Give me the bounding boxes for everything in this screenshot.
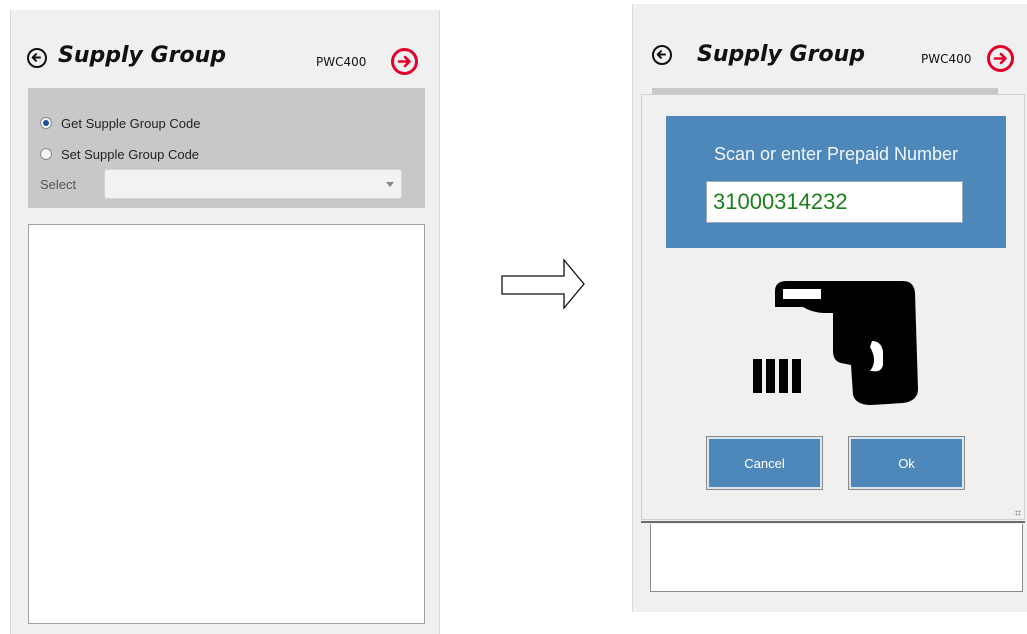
cancel-button[interactable]: Cancel <box>706 436 823 490</box>
forward-arrow-icon[interactable] <box>987 45 1014 72</box>
header: Supply Group PWC400 <box>11 10 439 90</box>
radio-label: Set Supple Group Code <box>61 146 200 162</box>
back-arrow-icon[interactable] <box>27 48 47 68</box>
radio-label: Get Supple Group Code <box>61 115 201 131</box>
page-title: Supply Group <box>697 42 865 67</box>
chevron-down-icon <box>386 182 394 187</box>
ok-button[interactable]: Ok <box>848 436 965 490</box>
forward-arrow-icon[interactable] <box>391 48 418 75</box>
scan-prompt: Scan or enter Prepaid Number <box>713 144 959 164</box>
right-arrow-icon <box>501 258 585 310</box>
page-title: Supply Group <box>58 43 226 68</box>
scan-dialog: Scan or enter Prepaid Number Cancel Ok <box>641 94 1025 520</box>
group-select[interactable] <box>104 169 402 199</box>
options-panel: Get Supple Group Code Set Supple Group C… <box>28 88 425 208</box>
scan-box: Scan or enter Prepaid Number <box>666 116 1006 248</box>
left-screen: Supply Group PWC400 Get Supple Group Cod… <box>10 10 440 634</box>
back-arrow-icon[interactable] <box>652 45 672 65</box>
right-screen: Supply Group PWC400 Scan or enter Prepai… <box>632 4 1027 612</box>
device-label: PWC400 <box>316 55 367 69</box>
select-label: Select <box>40 177 77 192</box>
resize-grip-icon[interactable] <box>1015 510 1021 516</box>
results-list[interactable] <box>28 224 425 624</box>
radio-button[interactable] <box>40 148 52 160</box>
radio-get-group-code[interactable]: Get Supple Group Code <box>40 114 200 132</box>
radio-button-checked[interactable] <box>40 117 52 129</box>
device-label: PWC400 <box>921 52 972 66</box>
results-list[interactable] <box>650 524 1023 592</box>
radio-set-group-code[interactable]: Set Supple Group Code <box>40 145 199 163</box>
divider <box>641 521 1025 523</box>
header: Supply Group PWC400 <box>633 4 1027 84</box>
prepaid-number-input[interactable] <box>706 181 963 223</box>
barcode-scanner-icon <box>753 281 918 405</box>
